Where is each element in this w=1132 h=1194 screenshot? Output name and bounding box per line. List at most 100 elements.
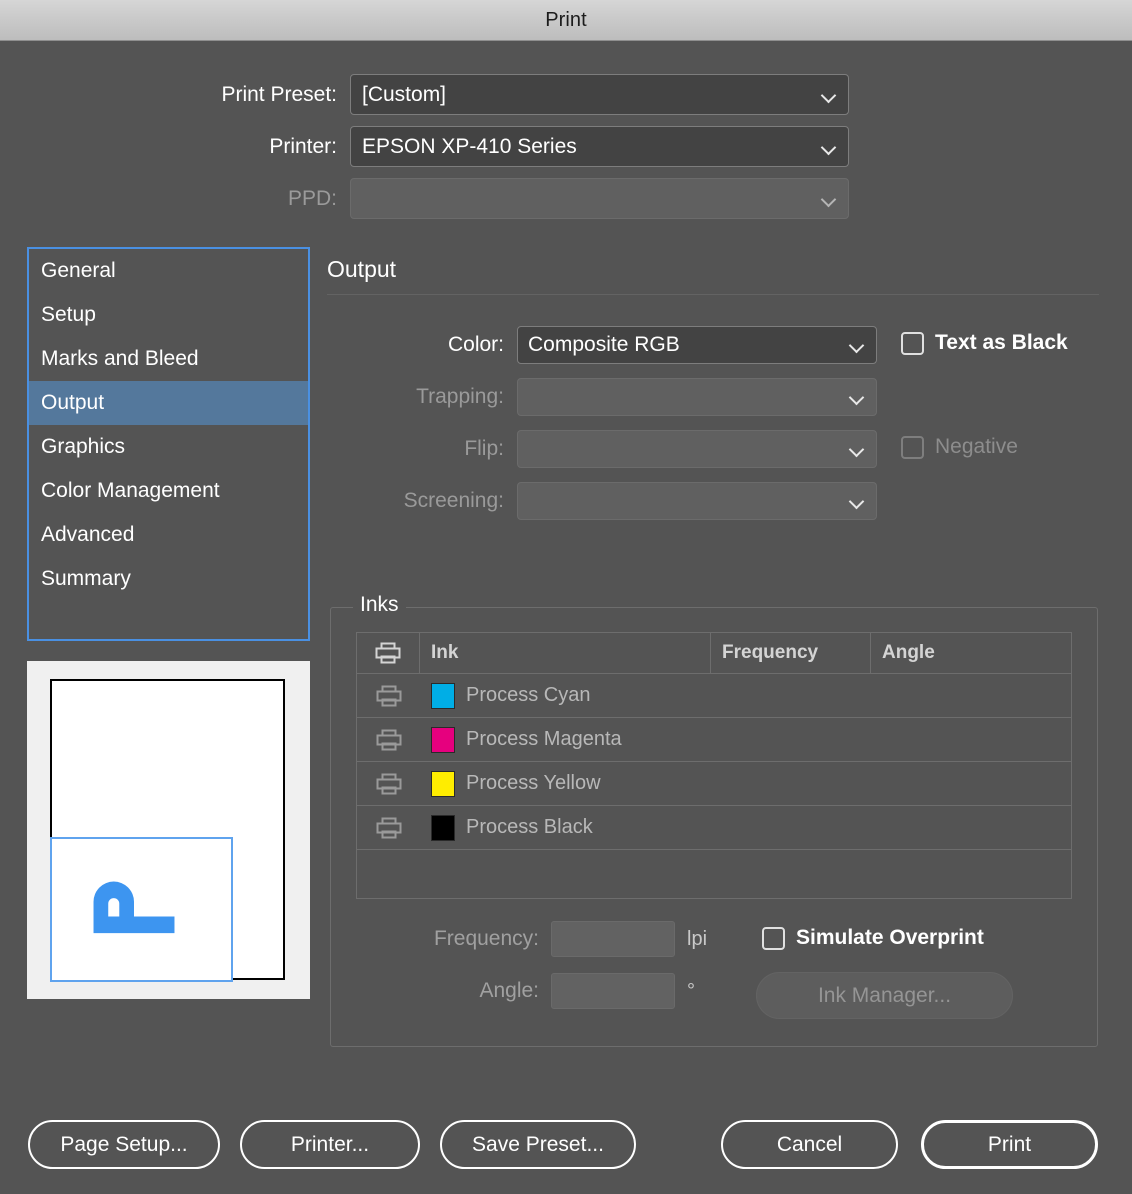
sidebar-item-label: Graphics — [41, 435, 126, 458]
printer-button[interactable]: Printer... — [240, 1120, 420, 1169]
page-preview — [27, 661, 310, 999]
text-as-black-checkbox[interactable]: Text as Black — [901, 331, 1068, 355]
chevron-down-icon — [851, 340, 864, 353]
ink-name: Process Black — [466, 816, 593, 838]
print-dialog: Print Preset: [Custom] Printer: EPSON XP… — [0, 41, 1132, 1194]
ppd-select — [350, 178, 849, 219]
ink-name: Process Magenta — [466, 728, 622, 750]
printer-icon — [376, 773, 401, 794]
table-row[interactable]: Process Yellow — [357, 762, 1071, 806]
sidebar-item-label: Marks and Bleed — [41, 347, 199, 370]
screening-label: Screening: — [403, 489, 504, 512]
chevron-down-icon — [851, 444, 864, 457]
chevron-down-icon — [851, 392, 864, 405]
page-setup-button[interactable]: Page Setup... — [28, 1120, 220, 1169]
simulate-overprint-checkbox[interactable]: Simulate Overprint — [762, 926, 984, 950]
printer-icon — [376, 817, 401, 838]
negative-checkbox: Negative — [901, 435, 1018, 459]
sidebar-item-marks-and-bleed[interactable]: Marks and Bleed — [29, 337, 308, 381]
ink-cell: Process Magenta — [420, 726, 711, 753]
sidebar-item-label: Advanced — [41, 523, 135, 546]
ppd-label: PPD: — [287, 186, 337, 210]
angle-row: Angle: ° — [401, 973, 695, 1009]
print-preset-row: Print Preset: [Custom] — [0, 74, 849, 115]
table-row[interactable]: Process Magenta — [357, 718, 1071, 762]
checkbox-box — [901, 331, 924, 355]
page-title: Output — [327, 256, 397, 282]
chevron-down-icon — [823, 142, 836, 155]
sidebar-item-advanced[interactable]: Advanced — [29, 513, 308, 557]
printer-row: Printer: EPSON XP-410 Series — [0, 126, 849, 167]
window-title: Print — [545, 8, 587, 31]
table-row[interactable]: Process Cyan — [357, 674, 1071, 718]
ink-color-swatch — [431, 682, 455, 709]
angle-label: Angle: — [479, 979, 539, 1002]
color-value: Composite RGB — [528, 333, 680, 356]
sidebar-item-summary[interactable]: Summary — [29, 557, 308, 601]
screening-select — [517, 482, 877, 520]
ppd-row: PPD: — [0, 178, 849, 219]
ink-cell: Process Yellow — [420, 770, 711, 797]
ink-color-swatch — [431, 726, 455, 753]
checkbox-box — [901, 435, 924, 459]
column-header-angle: Angle — [882, 642, 935, 663]
inks-legend: Inks — [353, 593, 406, 617]
chevron-down-icon — [823, 194, 836, 207]
column-header-frequency: Frequency — [711, 633, 871, 673]
checkbox-box — [762, 926, 785, 950]
printer-label: Printer: — [269, 134, 337, 158]
angle-input[interactable] — [551, 973, 675, 1009]
flip-label: Flip: — [464, 437, 504, 460]
chevron-down-icon — [851, 496, 864, 509]
ink-color-swatch — [431, 814, 455, 841]
ink-manager-button: Ink Manager... — [756, 972, 1013, 1019]
ink-cell: Process Cyan — [420, 682, 711, 709]
trapping-label: Trapping: — [416, 385, 504, 408]
column-header-ink: Ink — [420, 633, 711, 673]
print-preset-label: Print Preset: — [221, 82, 337, 106]
trapping-select — [517, 378, 877, 416]
cancel-button[interactable]: Cancel — [721, 1120, 898, 1169]
row-print-toggle[interactable] — [357, 685, 420, 707]
row-print-toggle[interactable] — [357, 773, 420, 795]
printer-icon — [376, 685, 401, 706]
screening-row: Screening: — [327, 482, 877, 520]
sidebar-item-label: Output — [41, 391, 105, 414]
row-print-toggle[interactable] — [357, 817, 420, 839]
frequency-input[interactable] — [551, 921, 675, 957]
print-preset-value: [Custom] — [362, 82, 447, 106]
negative-label: Negative — [935, 435, 1018, 458]
print-button[interactable]: Print — [921, 1120, 1098, 1169]
print-preset-select[interactable]: [Custom] — [350, 74, 849, 115]
simulate-overprint-label: Simulate Overprint — [796, 926, 984, 949]
table-row-empty — [357, 850, 1071, 895]
sidebar-item-label: Summary — [41, 567, 131, 590]
table-row[interactable]: Process Black — [357, 806, 1071, 850]
sidebar-item-setup[interactable]: Setup — [29, 293, 308, 337]
sidebar-item-color-management[interactable]: Color Management — [29, 469, 308, 513]
color-select[interactable]: Composite RGB — [517, 326, 877, 364]
sidebar-item-label: Setup — [41, 303, 96, 326]
trapping-row: Trapping: — [327, 378, 877, 416]
panel-nav-list: General Setup Marks and Bleed Output Gra… — [27, 247, 310, 641]
ink-name: Process Yellow — [466, 772, 601, 794]
printer-icon — [376, 729, 401, 750]
preview-imageable-area — [50, 837, 233, 982]
flip-row: Flip: — [327, 430, 877, 468]
inks-table: Ink Frequency Angle Process Cyan Process… — [356, 632, 1072, 899]
sidebar-item-general[interactable]: General — [29, 249, 308, 293]
inks-table-header: Ink Frequency Angle — [357, 633, 1071, 674]
printer-icon — [375, 642, 401, 664]
sidebar-item-output[interactable]: Output — [29, 381, 308, 425]
save-preset-button[interactable]: Save Preset... — [440, 1120, 636, 1169]
sidebar-item-label: General — [41, 259, 116, 282]
color-label: Color: — [447, 333, 504, 356]
ink-name: Process Cyan — [466, 684, 591, 706]
row-print-toggle[interactable] — [357, 729, 420, 751]
divider — [327, 294, 1099, 295]
printer-select[interactable]: EPSON XP-410 Series — [350, 126, 849, 167]
sidebar-item-graphics[interactable]: Graphics — [29, 425, 308, 469]
ink-cell: Process Black — [420, 814, 711, 841]
flip-select — [517, 430, 877, 468]
frequency-row: Frequency: lpi — [401, 921, 707, 957]
